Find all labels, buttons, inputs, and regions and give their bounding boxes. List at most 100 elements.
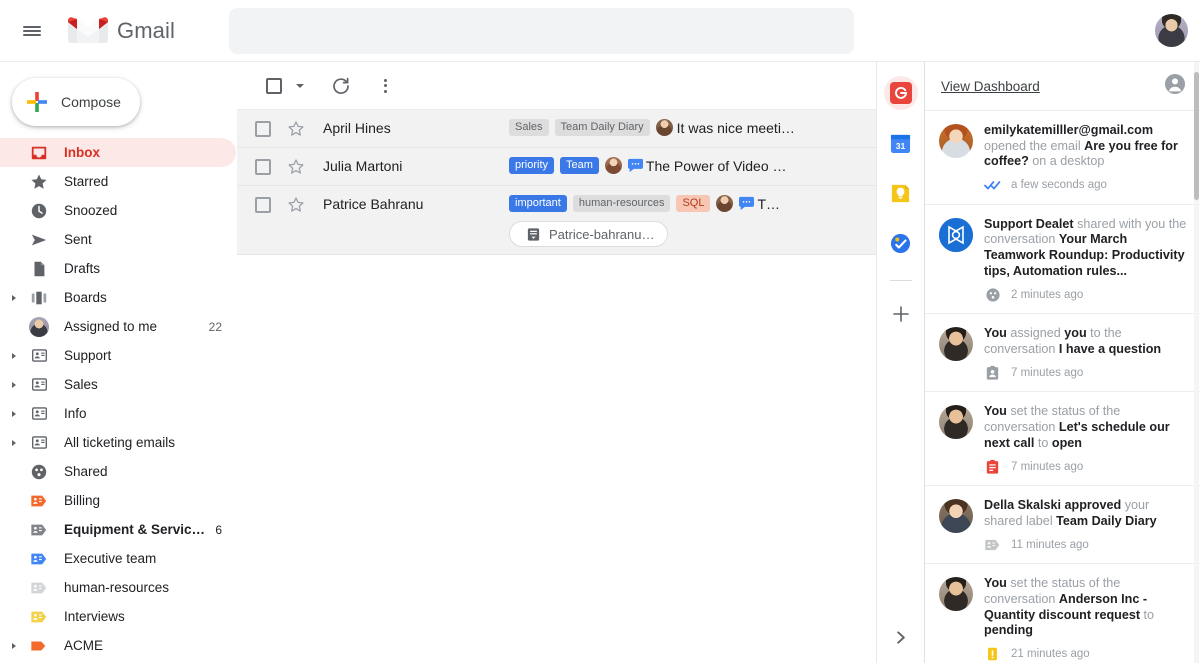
add-addon-button[interactable] xyxy=(884,297,918,331)
table-row[interactable]: Patrice Bahranu important human-resource… xyxy=(237,186,876,255)
sidebar-item-drafts[interactable]: Drafts xyxy=(0,254,236,283)
double-check-icon-blue xyxy=(984,177,1001,194)
refresh-button[interactable] xyxy=(322,67,360,105)
sidebar-item-label: Billing xyxy=(64,493,101,508)
feed-text: You assigned you to the conversation I h… xyxy=(984,326,1188,357)
search-bar[interactable] xyxy=(228,7,854,54)
sender-name: Patrice Bahranu xyxy=(323,196,424,212)
feed-target: I have a question xyxy=(1058,341,1162,356)
row-chips: important human-resources SQL T… xyxy=(509,195,866,212)
feed-text: You set the status of the conversation A… xyxy=(984,576,1188,638)
expand-caret[interactable] xyxy=(6,410,22,417)
sidebar-item-sales[interactable]: Sales xyxy=(0,370,236,399)
sidebar-item-human-resources[interactable]: human-resources xyxy=(0,573,236,602)
label-icon-yellow xyxy=(28,607,50,627)
label-chip[interactable]: Team xyxy=(560,157,599,174)
more-options-button[interactable] xyxy=(366,67,404,105)
sidebar-item-boards[interactable]: Boards xyxy=(0,283,236,312)
list-item[interactable]: You set the status of the conversation L… xyxy=(925,392,1200,487)
list-item[interactable]: Support Dealet shared with you the conve… xyxy=(925,205,1200,315)
gmail-logo[interactable]: Gmail xyxy=(68,16,175,46)
list-item[interactable]: emilykatemilller@gmail.com opened the em… xyxy=(925,111,1200,205)
expand-caret[interactable] xyxy=(6,352,22,359)
participant-avatar xyxy=(604,157,622,174)
sidebar-item-support[interactable]: Support xyxy=(0,341,236,370)
label-chip[interactable]: Team Daily Diary xyxy=(554,119,650,136)
tasks-icon[interactable] xyxy=(884,226,918,260)
expand-caret[interactable] xyxy=(6,381,22,388)
sidebar-item-label: Info xyxy=(64,406,87,421)
label-chip[interactable]: important xyxy=(509,195,567,212)
expand-caret[interactable] xyxy=(6,439,22,446)
list-item[interactable]: You assigned you to the conversation I h… xyxy=(925,314,1200,393)
sidebar-item-label: Inbox xyxy=(64,145,100,160)
clock-icon xyxy=(28,201,50,221)
people-icon xyxy=(28,462,50,482)
sidebar-item-label: human-resources xyxy=(64,580,170,595)
row-checkbox[interactable] xyxy=(255,158,271,175)
keep-icon[interactable] xyxy=(884,176,918,210)
feed-suffix: on a desktop xyxy=(1028,154,1105,169)
sidebar-item-starred[interactable]: Starred xyxy=(0,167,236,196)
star-icon[interactable] xyxy=(287,120,305,138)
sidebar-item-label: Support xyxy=(64,348,112,363)
label-chip[interactable]: Sales xyxy=(509,119,549,136)
label-chip[interactable]: human-resources xyxy=(572,195,671,212)
table-row[interactable]: Julia Martoni priority Team The Power of… xyxy=(237,148,876,186)
sidebar: Compose Inbox Starred Snoozed Sent Draft… xyxy=(0,62,236,663)
label-chip[interactable]: priority xyxy=(509,157,555,174)
tag-icon-orange xyxy=(28,636,50,656)
select-all-checkbox[interactable] xyxy=(255,67,293,105)
app-rail: 31 xyxy=(876,62,924,663)
feed-meta: a few seconds ago xyxy=(984,177,1188,194)
timestamp: 21 minutes ago xyxy=(1011,648,1090,661)
star-icon[interactable] xyxy=(287,158,305,176)
shared-label-icon xyxy=(28,433,50,453)
row-chips: Sales Team Daily Diary It was nice meeti… xyxy=(509,119,866,136)
search-input[interactable] xyxy=(228,7,854,54)
sidebar-item-info[interactable]: Info xyxy=(0,399,236,428)
sidebar-item-label: Executive team xyxy=(64,551,157,566)
account-circle-icon[interactable] xyxy=(1164,73,1186,100)
row-checkbox[interactable] xyxy=(255,196,271,213)
sidebar-item-label: ACME xyxy=(64,638,104,653)
participant-avatar xyxy=(716,195,734,212)
select-all-dropdown-icon[interactable] xyxy=(296,83,304,88)
chevron-right-icon[interactable] xyxy=(877,630,924,645)
view-dashboard-link[interactable]: View Dashboard xyxy=(941,79,1040,94)
panel-subheader: View Dashboard xyxy=(925,62,1200,111)
expand-caret[interactable] xyxy=(6,294,22,301)
sidebar-item-shared[interactable]: Shared xyxy=(0,457,236,486)
table-row[interactable]: April Hines Sales Team Daily Diary It wa… xyxy=(237,110,876,148)
sidebar-item-inbox[interactable]: Inbox xyxy=(0,138,236,167)
panel-scrollbar-thumb[interactable] xyxy=(1194,72,1199,200)
sidebar-item-sent[interactable]: Sent xyxy=(0,225,236,254)
plus-icon xyxy=(26,91,48,113)
sidebar-item-interviews[interactable]: Interviews xyxy=(0,602,236,631)
sidebar-item-label: Assigned to me xyxy=(64,319,158,334)
label-chip[interactable]: SQL xyxy=(676,195,711,212)
sidebar-item-acme[interactable]: ACME xyxy=(0,631,236,660)
sidebar-item-equipment-and-service[interactable]: Equipment & Servic… 6 xyxy=(0,515,236,544)
compose-button[interactable]: Compose xyxy=(12,78,140,126)
attachment-chip[interactable]: Patrice-bahranu… xyxy=(509,221,668,247)
gmelius-icon[interactable] xyxy=(883,76,918,110)
sidebar-item-billing[interactable]: Billing xyxy=(0,486,236,515)
star-icon[interactable] xyxy=(287,196,305,214)
list-item[interactable]: Della Skalski approved your shared label… xyxy=(925,486,1200,565)
row-checkbox[interactable] xyxy=(255,120,271,137)
main-menu-icon[interactable] xyxy=(8,7,56,55)
sidebar-item-all-ticketing-emails[interactable]: All ticketing emails xyxy=(0,428,236,457)
expand-caret[interactable] xyxy=(6,642,22,649)
sidebar-item-executive-team[interactable]: Executive team xyxy=(0,544,236,573)
row-controls xyxy=(237,186,305,223)
calendar-icon[interactable]: 31 xyxy=(884,126,918,160)
avatar xyxy=(939,499,973,534)
sidebar-item-assigned-to-me[interactable]: Assigned to me 22 xyxy=(0,312,236,341)
list-item[interactable]: You set the status of the conversation A… xyxy=(925,564,1200,663)
sidebar-item-snoozed[interactable]: Snoozed xyxy=(0,196,236,225)
avatar xyxy=(939,217,973,252)
send-icon xyxy=(28,230,50,250)
feed-text: You set the status of the conversation L… xyxy=(984,404,1188,451)
account-avatar[interactable] xyxy=(1155,14,1188,47)
